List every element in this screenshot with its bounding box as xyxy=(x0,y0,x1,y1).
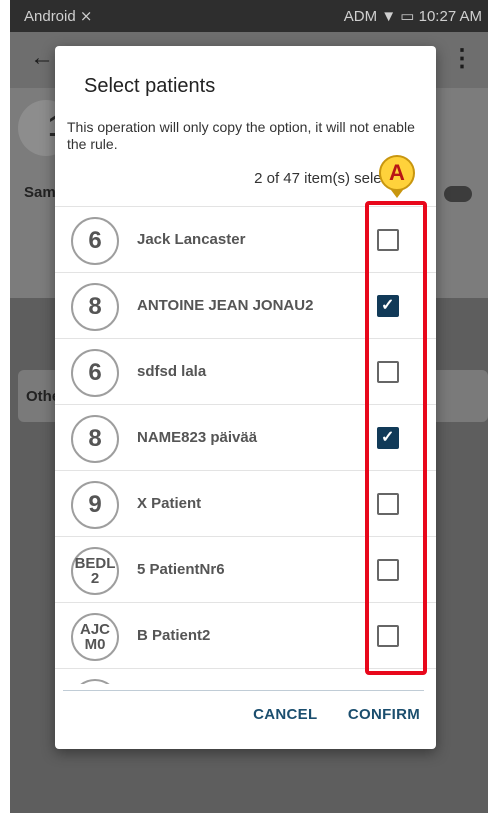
bed-badge: BEDL 2 xyxy=(71,547,119,595)
patient-name: X Patient xyxy=(137,495,202,512)
patient-name: NAME823 päivää xyxy=(137,429,258,446)
bed-badge-line: AJC xyxy=(79,621,110,638)
bed-badge-line: M0 xyxy=(84,636,106,653)
bed-badge: AJC M0 xyxy=(71,613,119,661)
dialog-actions: CANCEL CONFIRM xyxy=(227,706,420,724)
bed-badge-line: 2 xyxy=(90,570,100,587)
status-bar: Android ⨯ ADM ▼ ▭ 10:27 AM xyxy=(10,0,488,32)
patient-name: 5 PatientNr6 xyxy=(137,561,225,578)
background-toggle xyxy=(444,186,472,202)
back-arrow-icon[interactable]: ← xyxy=(30,44,54,72)
confirm-button[interactable]: CONFIRM xyxy=(348,706,420,723)
annotation-marker: A xyxy=(379,155,415,191)
patient-name: sdfsd lala xyxy=(137,363,207,380)
overflow-menu-icon[interactable]: ⋮ xyxy=(450,44,474,73)
bed-badge xyxy=(71,679,119,684)
status-right: ADM ▼ ▭ 10:27 AM xyxy=(343,8,482,25)
list-divider xyxy=(63,690,424,691)
carrier-label: Android ⨯ xyxy=(24,8,93,25)
dialog-title: Select patients xyxy=(84,75,216,97)
bed-badge: 9 xyxy=(71,481,119,529)
bed-badge: 8 xyxy=(71,415,119,463)
patient-name: B Patient2 xyxy=(137,627,211,644)
bed-badge-line: BEDL xyxy=(74,555,116,572)
cancel-button[interactable]: CANCEL xyxy=(253,706,317,723)
patient-name: Jack Lancaster xyxy=(137,231,246,248)
bed-badge: 8 xyxy=(71,283,119,331)
annotation-highlight-box xyxy=(365,201,427,675)
patient-name: ANTOINE JEAN JONAU2 xyxy=(137,297,314,314)
dialog-description: This operation will only copy the option… xyxy=(67,119,415,152)
bed-badge: 6 xyxy=(71,217,119,265)
bed-badge: 6 xyxy=(71,349,119,397)
